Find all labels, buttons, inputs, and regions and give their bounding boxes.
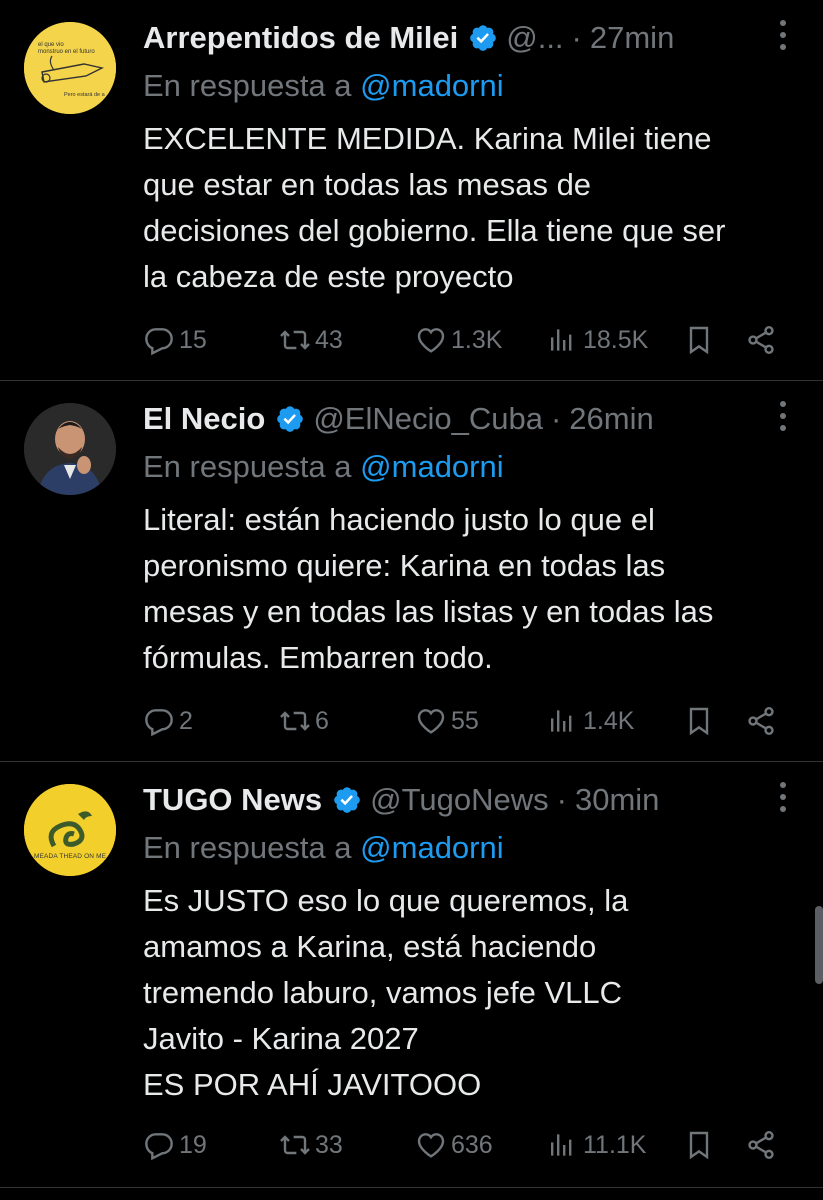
views-button[interactable]: 11.1K	[547, 1129, 646, 1161]
views-icon	[547, 1129, 579, 1161]
like-button[interactable]: 1.3K	[415, 324, 502, 356]
reply-icon	[143, 324, 175, 356]
author-name[interactable]: TUGO News	[143, 782, 322, 818]
share-icon	[745, 1129, 777, 1161]
separator-dot: ·	[556, 782, 567, 817]
reply-prefix: En respuesta a	[143, 68, 352, 103]
bookmark-icon	[683, 1129, 715, 1161]
timestamp[interactable]: 30min	[575, 782, 659, 818]
share-icon	[745, 705, 777, 737]
reply-context: En respuesta a @madorni	[143, 830, 504, 866]
verified-badge-icon	[275, 404, 305, 434]
tweet[interactable]: MEADA THEAD ON ME TUGO News @TugoNews · …	[0, 762, 823, 1188]
reply-icon	[143, 705, 175, 737]
retweet-button[interactable]: 43	[279, 324, 343, 356]
tweet-actions: 2 6 55 1.4K	[143, 701, 783, 741]
verified-badge-icon	[468, 23, 498, 53]
reply-context: En respuesta a @madorni	[143, 449, 504, 485]
retweet-icon	[279, 705, 311, 737]
like-icon	[415, 324, 447, 356]
like-count: 55	[451, 706, 479, 735]
views-button[interactable]: 18.5K	[547, 324, 648, 356]
svg-text:el que vio: el que vio	[38, 42, 64, 48]
timestamp[interactable]: 26min	[569, 401, 653, 437]
person-avatar-icon	[24, 403, 116, 495]
reply-count: 15	[179, 325, 207, 354]
share-button[interactable]	[745, 324, 781, 356]
views-icon	[547, 705, 579, 737]
svg-text:Pero estará de a: Pero estará de a	[64, 92, 106, 98]
tweet-text: EXCELENTE MEDIDA. Karina Milei tiene que…	[143, 121, 726, 294]
author-handle[interactable]: @TugoNews	[370, 782, 549, 818]
reply-prefix: En respuesta a	[143, 449, 352, 484]
like-count: 636	[451, 1130, 493, 1159]
verified-badge-icon	[332, 785, 362, 815]
tweet-header: El Necio @ElNecio_Cuba · 26min	[143, 397, 793, 441]
more-icon[interactable]	[779, 782, 787, 818]
author-name[interactable]: Arrepentidos de Milei	[143, 20, 458, 56]
svg-text:monstruo en el futuro: monstruo en el futuro	[38, 49, 95, 55]
tweet-text: Es JUSTO eso lo que queremos, la amamos …	[143, 883, 629, 1102]
reply-button[interactable]: 15	[143, 324, 207, 356]
like-icon	[415, 705, 447, 737]
reply-button[interactable]: 19	[143, 1129, 207, 1161]
more-icon[interactable]	[779, 401, 787, 437]
reply-mention-link[interactable]: @madorni	[360, 449, 503, 484]
avatar[interactable]: MEADA THEAD ON ME	[24, 784, 116, 876]
reply-count: 2	[179, 706, 193, 735]
more-icon[interactable]	[779, 20, 787, 56]
retweet-icon	[279, 1129, 311, 1161]
share-button[interactable]	[745, 1129, 781, 1161]
scrollbar[interactable]	[815, 906, 823, 984]
retweet-button[interactable]: 6	[279, 705, 329, 737]
tweet-text: Literal: están haciendo justo lo que el …	[143, 502, 714, 675]
bookmark-icon	[683, 705, 715, 737]
retweet-count: 43	[315, 325, 343, 354]
bookmark-icon	[683, 324, 715, 356]
tweet-header: TUGO News @TugoNews · 30min	[143, 778, 793, 822]
tweet[interactable]: el que vio monstruo en el futuro Pero es…	[0, 0, 823, 381]
author-handle[interactable]: @...	[506, 20, 563, 56]
like-button[interactable]: 55	[415, 705, 479, 737]
reply-context: En respuesta a @madorni	[143, 68, 504, 104]
views-count: 1.4K	[583, 706, 635, 735]
retweet-count: 6	[315, 706, 329, 735]
views-count: 18.5K	[583, 325, 649, 354]
share-icon	[745, 324, 777, 356]
retweet-icon	[279, 324, 311, 356]
tweet-actions: 15 43 1.3K 18.5K	[143, 320, 783, 360]
svg-text:MEADA THEAD ON ME: MEADA THEAD ON ME	[34, 853, 107, 860]
reply-mention-link[interactable]: @madorni	[360, 830, 503, 865]
views-button[interactable]: 1.4K	[547, 705, 634, 737]
views-count: 11.1K	[583, 1130, 647, 1159]
chainsaw-avatar-icon: el que vio monstruo en el futuro Pero es…	[24, 22, 116, 114]
reply-prefix: En respuesta a	[143, 830, 352, 865]
views-icon	[547, 324, 579, 356]
author-handle[interactable]: @ElNecio_Cuba	[313, 401, 543, 437]
bookmark-button[interactable]	[683, 705, 719, 737]
like-button[interactable]: 636	[415, 1129, 493, 1161]
tweet-actions: 19 33 636 11.1K	[143, 1125, 783, 1165]
share-button[interactable]	[745, 705, 781, 737]
reply-mention-link[interactable]: @madorni	[360, 68, 503, 103]
reply-count: 19	[179, 1130, 207, 1159]
reply-button[interactable]: 2	[143, 705, 193, 737]
avatar[interactable]: el que vio monstruo en el futuro Pero es…	[24, 22, 116, 114]
timestamp[interactable]: 27min	[590, 20, 674, 56]
avatar[interactable]	[24, 403, 116, 495]
separator-dot: ·	[571, 20, 582, 55]
separator-dot: ·	[550, 401, 562, 436]
tweet-header: Arrepentidos de Milei @... · 27min	[143, 16, 793, 60]
like-icon	[415, 1129, 447, 1161]
reply-icon	[143, 1129, 175, 1161]
snake-flag-avatar-icon: MEADA THEAD ON ME	[24, 784, 116, 876]
retweet-count: 33	[315, 1130, 343, 1159]
bookmark-button[interactable]	[683, 324, 719, 356]
retweet-button[interactable]: 33	[279, 1129, 343, 1161]
author-name[interactable]: El Necio	[143, 401, 265, 437]
bookmark-button[interactable]	[683, 1129, 719, 1161]
like-count: 1.3K	[451, 325, 503, 354]
tweet[interactable]: El Necio @ElNecio_Cuba · 26min En respue…	[0, 381, 823, 762]
